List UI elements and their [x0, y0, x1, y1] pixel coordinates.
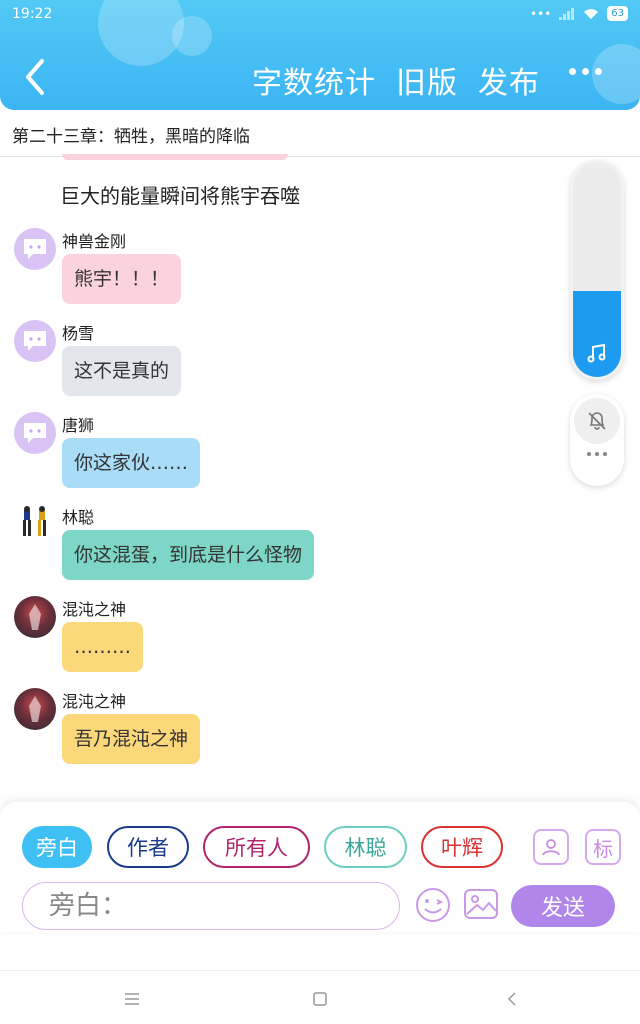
message-input[interactable]: 旁白：: [22, 882, 400, 930]
message-bubble[interactable]: 熊宇！！！: [62, 254, 182, 304]
music-icon: [587, 343, 606, 363]
message-bubble[interactable]: 吾乃混沌之神: [62, 714, 201, 764]
speaker-name: 神兽金刚: [62, 232, 127, 251]
status-bar: 19:22 ••• 63: [0, 0, 640, 30]
more-options-icon[interactable]: [570, 452, 624, 456]
avatar[interactable]: [14, 320, 56, 362]
role-tab-author[interactable]: 作者: [107, 826, 189, 868]
message-bubble[interactable]: 你这家伙……: [62, 438, 201, 488]
app-header: 19:22 ••• 63 字数统计 旧版 发布: [0, 0, 640, 110]
role-icon: [542, 839, 560, 856]
speaker-name: 混沌之神: [62, 692, 127, 711]
image-button[interactable]: [463, 886, 499, 922]
back-button[interactable]: [18, 55, 54, 99]
tag-button[interactable]: 标: [585, 829, 621, 865]
emoji-button[interactable]: [414, 886, 452, 924]
mute-button[interactable]: [574, 398, 620, 444]
chaos-avatar-icon: [29, 696, 41, 722]
message-bubble[interactable]: 你这混蛋，到底是什么怪物: [62, 530, 315, 580]
nav-back-icon[interactable]: [502, 989, 522, 1009]
volume-slider[interactable]: [570, 160, 624, 380]
emoji-icon: [416, 888, 450, 922]
avatar[interactable]: [14, 688, 56, 730]
system-nav-bar: [0, 970, 640, 1024]
signal-dots-icon: •••: [530, 6, 552, 21]
cellular-icon: [559, 7, 575, 20]
avatar[interactable]: [14, 228, 56, 270]
mute-bell-icon: [588, 412, 606, 430]
avatar[interactable]: [14, 596, 56, 638]
volume-fill: [573, 291, 621, 377]
speaker-name: 混沌之神: [62, 600, 127, 619]
battery-level: 63: [607, 6, 628, 21]
speaker-name: 杨雪: [62, 324, 95, 343]
previous-bubble-edge: [62, 154, 288, 160]
avatar[interactable]: [14, 504, 56, 546]
scene-separator: ……………………………………………………………………: [60, 792, 376, 802]
speaker-name: 唐狮: [62, 416, 95, 435]
chapter-title: 第二十三章：牺牲，黑暗的降临: [12, 127, 250, 147]
chat-bubble-icon: [24, 239, 46, 259]
old-version-button[interactable]: 旧版: [396, 58, 458, 102]
role-tab-lincong[interactable]: 林聪: [324, 826, 407, 868]
word-count-button[interactable]: 字数统计: [252, 58, 376, 102]
message-bubble[interactable]: 这不是真的: [62, 346, 182, 396]
image-icon: [464, 889, 498, 919]
chat-bubble-icon: [24, 331, 46, 351]
chaos-avatar-icon: [29, 604, 41, 630]
side-controls: [570, 394, 624, 486]
narration-line[interactable]: 巨大的能量瞬间将熊宇吞噬: [60, 180, 300, 209]
more-icon[interactable]: [569, 68, 602, 75]
publish-button[interactable]: 发布: [478, 58, 540, 102]
wifi-icon: [584, 8, 599, 19]
home-icon[interactable]: [310, 989, 330, 1009]
figures-avatar-icon: [23, 506, 46, 536]
role-tab-yehui[interactable]: 叶辉: [421, 826, 503, 868]
back-icon: [26, 59, 44, 95]
send-button[interactable]: 发送: [511, 885, 615, 927]
role-tab-everyone[interactable]: 所有人: [203, 826, 310, 868]
chat-bubble-icon: [24, 423, 46, 443]
role-manage-button[interactable]: [533, 829, 569, 865]
header-actions: 字数统计 旧版 发布: [252, 58, 540, 102]
avatar[interactable]: [14, 412, 56, 454]
menu-icon[interactable]: [122, 989, 142, 1009]
status-time: 19:22: [12, 6, 53, 22]
speaker-name: 林聪: [62, 508, 95, 527]
role-tab-narrator[interactable]: 旁白: [22, 826, 92, 868]
message-bubble[interactable]: ………: [62, 622, 143, 672]
status-icons: ••• 63: [530, 6, 628, 21]
